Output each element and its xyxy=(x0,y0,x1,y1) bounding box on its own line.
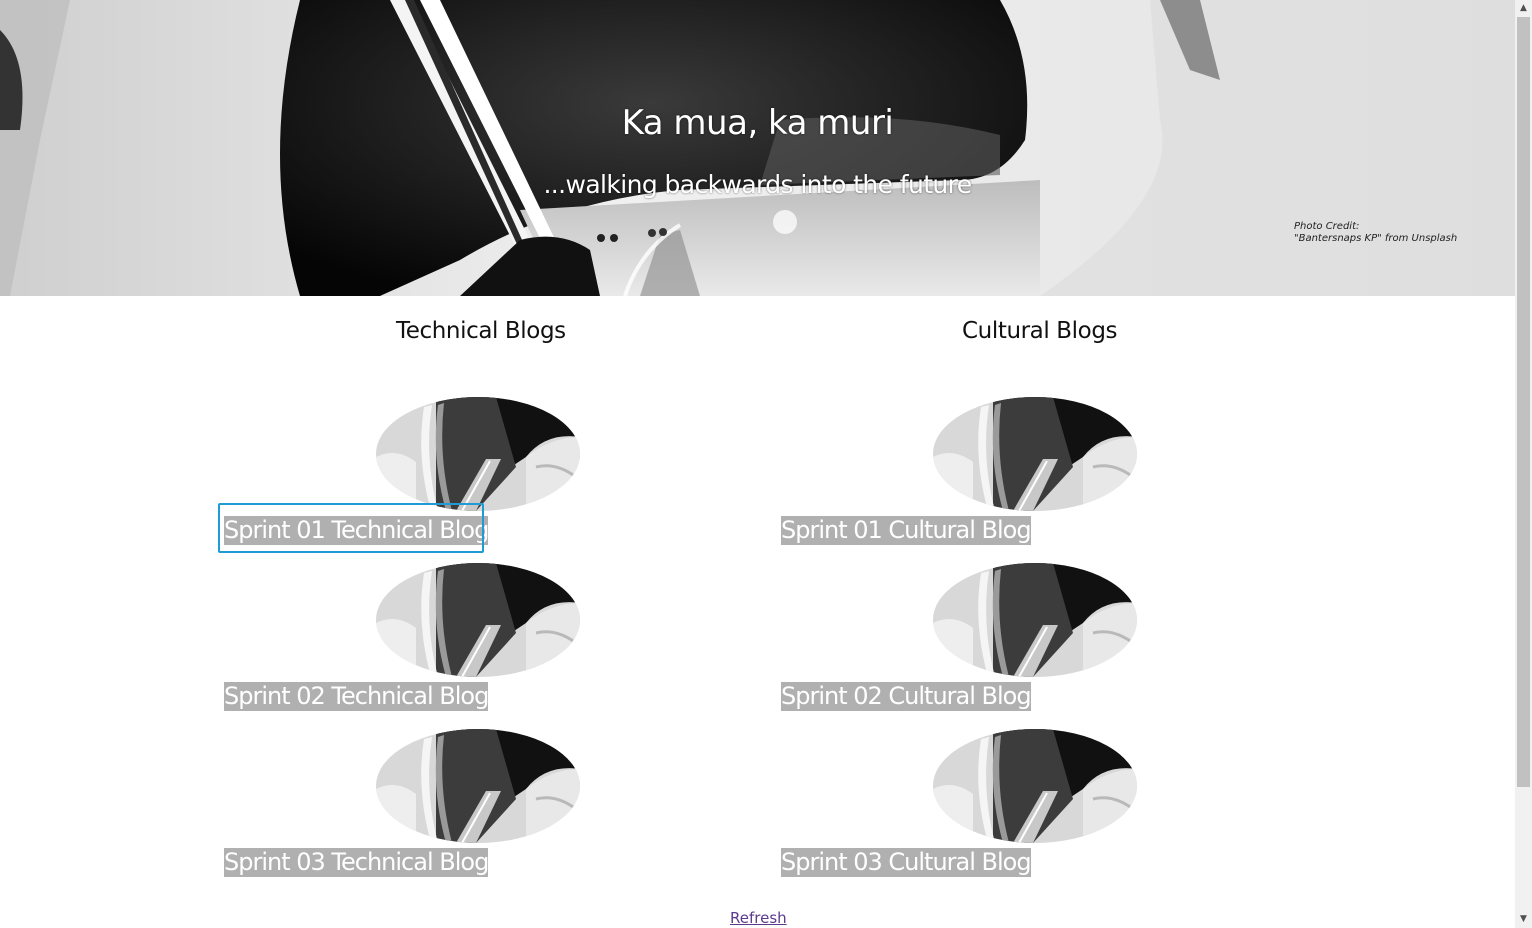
hero-photo xyxy=(0,0,1515,296)
hero-subtitle: ...walking backwards into the future xyxy=(543,170,972,199)
sprint-02-cultural-thumbnail[interactable] xyxy=(933,563,1137,677)
page: Ka mua, ka muri ...walking backwards int… xyxy=(0,0,1532,928)
sprint-01-technical-thumbnail[interactable] xyxy=(376,397,580,511)
vertical-scrollbar[interactable]: ▲ ▼ xyxy=(1515,0,1532,928)
sprint-01-cultural-thumbnail[interactable] xyxy=(933,397,1137,511)
sprint-02-cultural-blog-link[interactable]: Sprint 02 Cultural Blog xyxy=(781,682,1032,711)
refresh-link[interactable]: Refresh xyxy=(730,909,787,927)
sprint-01-technical-blog-link[interactable]: Sprint 01 Technical Blog xyxy=(224,516,489,545)
sprint-03-cultural-blog-link[interactable]: Sprint 03 Cultural Blog xyxy=(781,848,1032,877)
photo-credit-label: Photo Credit: xyxy=(1294,221,1360,232)
sprint-03-technical-blog-link[interactable]: Sprint 03 Technical Blog xyxy=(224,848,489,877)
photo-credit: Photo Credit: "Bantersnaps KP" from Unsp… xyxy=(1294,221,1457,245)
scroll-up-arrow-icon[interactable]: ▲ xyxy=(1515,0,1532,17)
sprint-02-technical-blog-link[interactable]: Sprint 02 Technical Blog xyxy=(224,682,489,711)
scrollbar-thumb[interactable] xyxy=(1517,17,1530,787)
hero-banner: Ka mua, ka muri ...walking backwards int… xyxy=(0,0,1515,296)
scroll-down-arrow-icon[interactable]: ▼ xyxy=(1515,911,1532,928)
hero-title: Ka mua, ka muri xyxy=(621,103,894,143)
photo-credit-source: "Bantersnaps KP" from Unsplash xyxy=(1294,233,1458,244)
technical-blogs-heading: Technical Blogs xyxy=(396,318,566,344)
sprint-02-technical-thumbnail[interactable] xyxy=(376,563,580,677)
cultural-blogs-heading: Cultural Blogs xyxy=(962,318,1118,344)
sprint-01-cultural-blog-link[interactable]: Sprint 01 Cultural Blog xyxy=(781,516,1032,545)
sprint-03-technical-thumbnail[interactable] xyxy=(376,729,580,843)
sprint-03-cultural-thumbnail[interactable] xyxy=(933,729,1137,843)
